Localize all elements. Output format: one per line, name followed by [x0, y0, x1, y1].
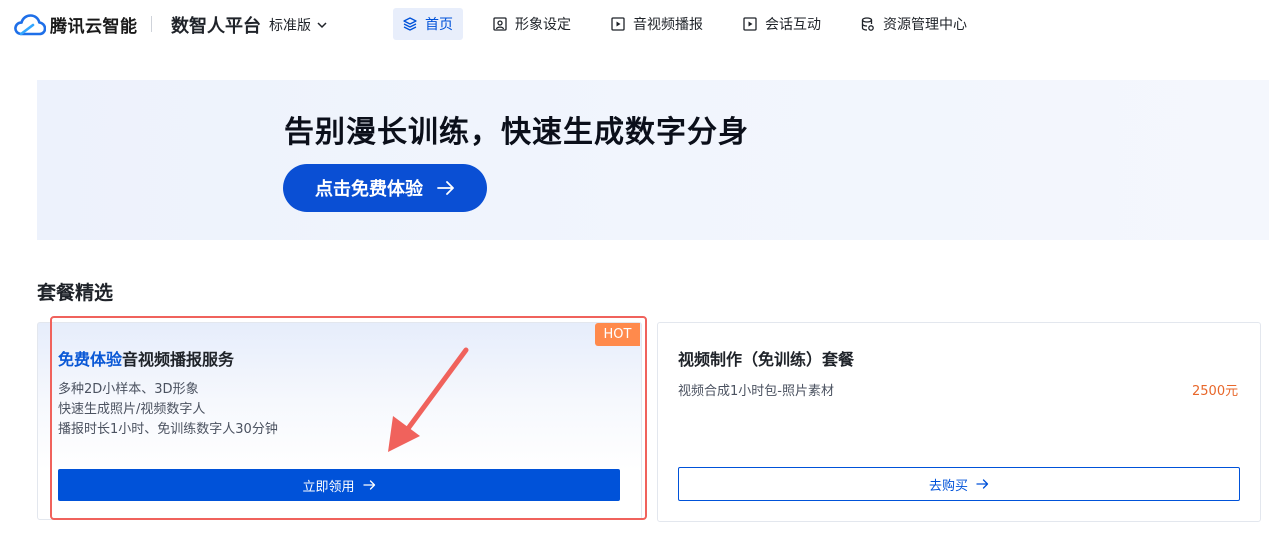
nav-label: 资源管理中心 [883, 17, 967, 33]
nav-label: 形象设定 [515, 17, 571, 33]
nav-label: 会话互动 [765, 17, 821, 33]
top-header: 腾讯云智能 数智人平台 标准版 首页 形象设定 音视频播报 会话互动 资源管理中… [0, 0, 1269, 48]
nav-conversation[interactable]: 会话互动 [733, 8, 831, 40]
annotation-highlight-box [50, 316, 647, 520]
package-price: 2500元 [1192, 384, 1239, 399]
tencent-cloud-logo[interactable]: 腾讯云智能 [14, 12, 138, 37]
arrow-right-icon [976, 479, 989, 489]
nav-label: 首页 [425, 17, 453, 33]
annotation-arrow-icon [388, 347, 469, 452]
nav-av-broadcast[interactable]: 音视频播报 [601, 8, 713, 40]
nav-avatar-settings[interactable]: 形象设定 [483, 8, 581, 40]
free-trial-button[interactable]: 点击免费体验 [283, 164, 487, 212]
brand-name: 腾讯云智能 [50, 17, 138, 37]
edition-selector[interactable]: 标准版 [269, 15, 327, 35]
section-title: 套餐精选 [37, 282, 114, 304]
banner-title: 告别漫长训练，快速生成数字分身 [284, 115, 749, 150]
play-square-icon [611, 17, 625, 31]
buy-label: 去购买 [928, 478, 968, 494]
buy-button[interactable]: 去购买 [678, 467, 1240, 501]
chevron-down-icon [317, 22, 327, 29]
portrait-icon [493, 17, 507, 31]
platform-title: 数智人平台 [171, 16, 261, 37]
nav-resource-center[interactable]: 资源管理中心 [851, 8, 977, 40]
header-divider [151, 16, 152, 32]
cloud-logo-icon [14, 13, 46, 35]
free-trial-label: 点击免费体验 [315, 179, 423, 200]
hero-banner: 告别漫长训练，快速生成数字分身 点击免费体验 [37, 80, 1269, 240]
arrow-right-icon [437, 181, 454, 195]
layers-icon [403, 17, 417, 31]
database-icon [861, 17, 874, 31]
play-square-icon [743, 17, 757, 31]
card-title: 视频制作（免训练）套餐 [678, 350, 855, 369]
nav-home[interactable]: 首页 [393, 8, 463, 40]
nav-label: 音视频播报 [633, 17, 703, 33]
edition-label: 标准版 [269, 18, 311, 34]
card-description: 视频合成1小时包-照片素材 [678, 384, 834, 399]
main-nav: 首页 形象设定 音视频播报 会话互动 资源管理中心 [393, 8, 997, 40]
